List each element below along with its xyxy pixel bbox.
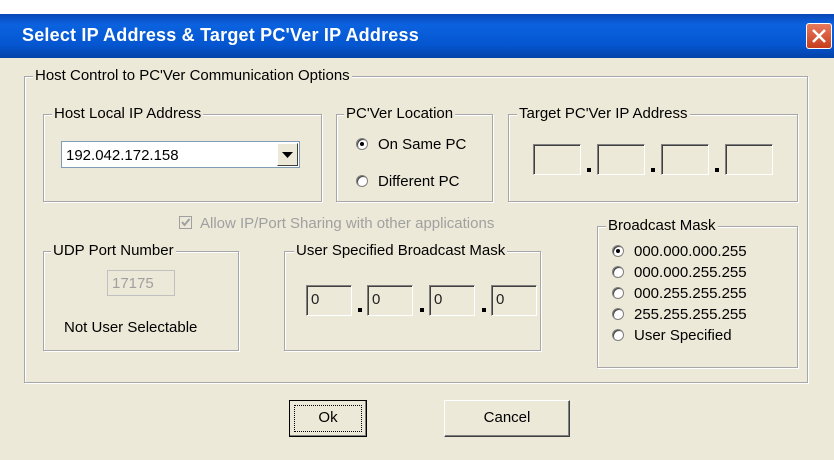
udp-port-field: 17175 [107, 270, 175, 296]
checkmark-icon [181, 218, 191, 227]
close-button[interactable] [806, 23, 832, 49]
user-mask-octet-3[interactable]: 0 [429, 285, 475, 316]
ip-separator-dot [715, 168, 719, 172]
ip-separator-dot [587, 168, 591, 172]
top-strip [0, 0, 834, 14]
ip-separator-dot [358, 308, 362, 312]
ip-separator-dot [482, 308, 486, 312]
radio-label: On Same PC [378, 136, 467, 153]
radio-button[interactable] [356, 138, 368, 150]
radio-button[interactable] [612, 308, 624, 320]
user-mask-octet-4[interactable]: 0 [491, 285, 537, 316]
title-bar[interactable]: Select IP Address & Target PC'Ver IP Add… [0, 14, 834, 58]
radio-button[interactable] [612, 245, 624, 257]
radio-button[interactable] [612, 266, 624, 278]
radio-label: 000.255.255.255 [634, 285, 747, 302]
ip-separator-dot [651, 168, 655, 172]
local-ip-group-label: Host Local IP Address [52, 105, 204, 122]
udp-port-value: 17175 [112, 275, 154, 292]
target-ip-octet-3[interactable] [661, 144, 709, 175]
user-mask-octet-1[interactable]: 0 [306, 285, 352, 316]
local-ip-select[interactable]: 192.042.172.158 [61, 141, 300, 168]
udp-port-group: UDP Port Number [43, 242, 239, 351]
user-mask-group-label: User Specified Broadcast Mask [294, 242, 508, 259]
radio-selected-dot [360, 142, 364, 146]
ip-separator-dot [420, 308, 424, 312]
broadcast-mask-group-label: Broadcast Mask [606, 217, 718, 234]
radio-button[interactable] [612, 329, 624, 341]
sharing-checkbox[interactable] [179, 216, 192, 229]
host-communication-group-label: Host Control to PC'Ver Communication Opt… [33, 67, 352, 84]
user-mask-octet-2[interactable]: 0 [367, 285, 413, 316]
radio-button[interactable] [356, 175, 368, 187]
dialog-client-area: Host Control to PC'Ver Communication Opt… [0, 58, 834, 460]
radio-label: Different PC [378, 173, 460, 190]
udp-port-group-label: UDP Port Number [51, 242, 176, 259]
window-title: Select IP Address & Target PC'Ver IP Add… [22, 25, 419, 45]
location-group-label: PC'Ver Location [344, 105, 456, 122]
cancel-button-label: Cancel [483, 409, 531, 426]
radio-selected-dot [616, 249, 620, 253]
radio-label: 255.255.255.255 [634, 306, 747, 323]
target-ip-octet-4[interactable] [725, 144, 773, 175]
radio-label: 000.000.255.255 [634, 264, 747, 281]
ok-button-label: Ok [294, 405, 362, 432]
target-ip-octet-1[interactable] [533, 144, 581, 175]
radio-label: 000.000.000.255 [634, 243, 747, 260]
udp-port-note: Not User Selectable [64, 319, 198, 336]
target-ip-octet-2[interactable] [597, 144, 645, 175]
local-ip-select-value: 192.042.172.158 [66, 147, 179, 164]
chevron-down-icon [282, 152, 293, 158]
sharing-checkbox-label: Allow IP/Port Sharing with other applica… [200, 215, 495, 232]
close-icon [812, 29, 826, 43]
radio-label: User Specified [634, 327, 732, 344]
ok-button[interactable]: Ok [289, 400, 367, 437]
dropdown-button[interactable] [277, 143, 298, 166]
radio-button[interactable] [612, 287, 624, 299]
target-ip-group-label: Target PC'Ver IP Address [517, 105, 690, 122]
cancel-button[interactable]: Cancel [444, 400, 570, 437]
